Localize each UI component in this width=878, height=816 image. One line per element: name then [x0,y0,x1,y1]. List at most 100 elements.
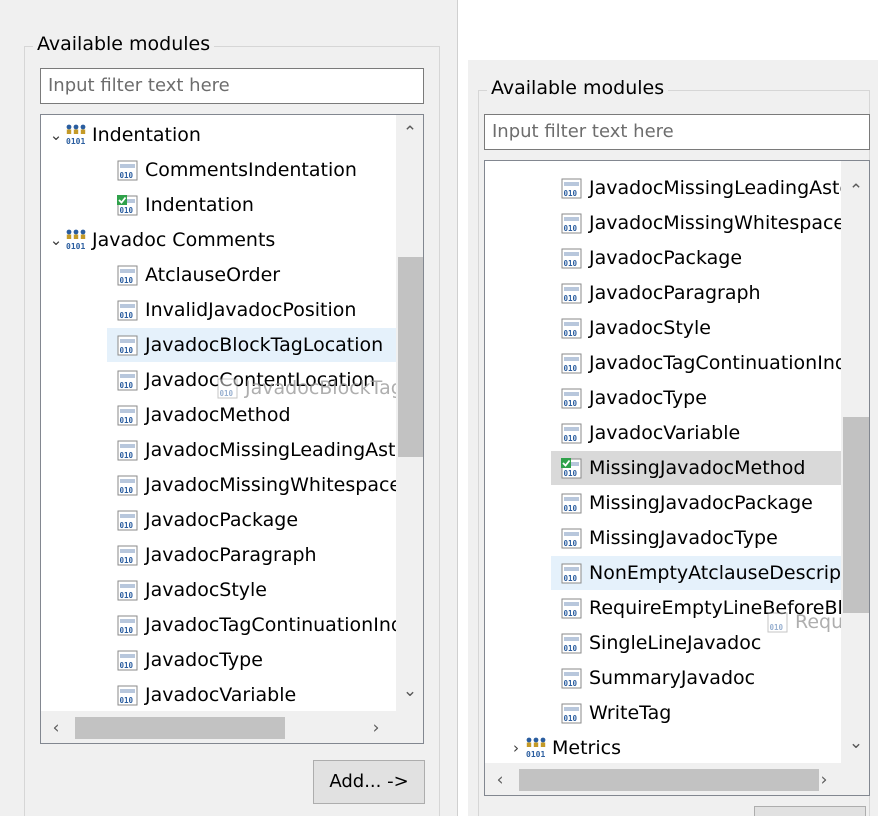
scrollbar-thumb[interactable] [398,257,423,457]
svg-text:010: 010 [564,224,578,233]
tree-item-module[interactable]: 010 JavadocMissingWhitespaceAfterAsteris… [485,206,869,240]
tree-item-module[interactable]: 010 WriteTag [485,696,841,730]
module-icon: 010 [117,650,138,670]
module-label: SingleLineJavadoc [589,632,762,654]
module-tree[interactable]: 010 JavadocMissingLeadingAsterisk 010 Ja… [484,160,870,796]
left-pane: Available modules Input filter text here… [0,0,458,816]
tree-item-module[interactable]: 010 AtclauseOrder [41,258,396,292]
module-icon: 010 [561,283,582,303]
tree-item-module[interactable]: 010 MissingJavadocMethod [551,451,841,485]
add-button-partial[interactable] [754,806,866,816]
scroll-right-arrow-icon[interactable]: › [367,718,385,738]
svg-text:010: 010 [120,521,134,530]
scroll-left-arrow-icon[interactable]: ‹ [47,718,65,738]
module-label: SummaryJavadoc [589,667,756,689]
scroll-up-arrow-icon[interactable]: ⌃ [847,181,865,201]
svg-text:0101: 0101 [66,242,85,251]
tree-item-module[interactable]: 010 JavadocParagraph [485,276,841,310]
tree-item-module[interactable]: 010 JavadocTagContinuationIndentation [41,608,423,642]
horizontal-scrollbar[interactable]: ‹ › [41,711,423,743]
module-label: JavadocStyle [145,579,267,601]
module-label: JavadocVariable [589,422,741,444]
tree-item-module[interactable]: 010 JavadocMissingWhitespaceAfterAsteris… [41,468,423,502]
module-label: JavadocStyle [589,317,711,339]
vertical-scrollbar[interactable]: ⌃ ⌄ [396,115,423,711]
module-icon: 010 [561,598,582,618]
vertical-scrollbar[interactable]: ⌃ ⌄ [841,161,869,763]
scrollbar-thumb[interactable] [75,717,285,739]
svg-text:010: 010 [564,609,578,618]
scroll-down-arrow-icon[interactable]: ⌄ [401,681,419,701]
tree-item-module[interactable]: 010 JavadocBlockTagLocation [107,328,396,362]
tree-item-module[interactable]: 010 JavadocVariable [485,416,841,450]
scrollbar-thumb[interactable] [519,769,819,791]
module-label: WriteTag [589,702,672,724]
module-label: JavadocPackage [145,509,299,531]
tree-item-module[interactable]: 010 JavadocTagContinuationIndentation [485,346,869,380]
tree-item-module[interactable]: 010 InvalidJavadocPosition [41,293,396,327]
svg-text:010: 010 [220,389,234,398]
module-icon: 010 [561,528,582,548]
svg-text:010: 010 [120,311,134,320]
svg-text:010: 010 [564,189,578,198]
scroll-right-arrow-icon[interactable]: › [815,770,833,790]
svg-text:010: 010 [120,206,134,215]
svg-text:010: 010 [120,486,134,495]
tree-item-module[interactable]: 010 JavadocPackage [41,503,396,537]
module-icon: 010 [767,612,788,632]
chevron-down-icon[interactable]: ⌄ [47,118,65,152]
module-icon: 010 [117,475,138,495]
tree-item-category[interactable]: › 0101 Metrics [485,731,841,765]
tree-item-module[interactable]: 010 JavadocType [485,381,841,415]
tree-item-module[interactable]: 010 MissingJavadocType [485,521,841,555]
module-label: JavadocType [589,387,707,409]
tree-item-module[interactable]: 010 Indentation [41,188,396,222]
module-label: JavadocPackage [589,247,743,269]
scrollbar-thumb[interactable] [843,417,869,613]
tree-item-module[interactable]: 010 JavadocStyle [485,311,841,345]
add-button[interactable]: Add... -> [313,760,425,804]
module-icon: 010 [561,388,582,408]
module-icon: 010 [117,545,138,565]
module-group-icon: 0101 [526,737,545,759]
tree-item-module[interactable]: 010 JavadocMethod [41,398,396,432]
scroll-left-arrow-icon[interactable]: ‹ [491,770,509,790]
svg-text:010: 010 [120,381,134,390]
tree-item-category[interactable]: ⌄ 0101 Indentation [41,118,396,152]
svg-text:010: 010 [564,539,578,548]
filter-input[interactable]: Input filter text here [40,68,424,104]
module-icon: 010 [561,353,582,373]
module-label: Indentation [145,194,254,216]
svg-text:010: 010 [120,171,134,180]
tree-item-module[interactable]: 010 JavadocMissingLeadingAsterisk [485,171,869,205]
tree-item-module[interactable]: 010 CommentsIndentation [41,153,396,187]
chevron-down-icon[interactable]: ⌄ [47,223,65,257]
module-label: JavadocMissingLeadingAsterisk [589,177,870,199]
tree-item-module[interactable]: 010 JavadocMissingLeadingAsterisk [41,433,423,467]
tree-item-module[interactable]: 010 MissingJavadocPackage [485,486,841,520]
chevron-right-icon[interactable]: › [507,731,525,765]
module-group-icon: 0101 [66,229,85,251]
tree-item-category[interactable]: ⌄ 0101 Javadoc Comments [41,223,396,257]
tree-item-module[interactable]: 010 JavadocVariable [41,678,396,712]
tree-item-module[interactable]: 010 JavadocParagraph [41,538,396,572]
svg-text:010: 010 [120,416,134,425]
module-icon: 010 [117,370,138,390]
tree-item-module[interactable]: 010 JavadocPackage [485,241,841,275]
module-icon: 010 [117,615,138,635]
module-icon: 010 [561,703,582,723]
tree-item-module[interactable]: 010 NonEmptyAtclauseDescription [551,556,869,590]
tree-item-module[interactable]: 010 JavadocType [41,643,396,677]
tree-item-module[interactable]: 010 JavadocStyle [41,573,396,607]
tree-item-module[interactable]: 010 SummaryJavadoc [485,661,841,695]
scroll-down-arrow-icon[interactable]: ⌄ [847,733,865,753]
svg-text:010: 010 [564,399,578,408]
module-group-icon: 0101 [66,124,85,146]
horizontal-scrollbar[interactable]: ‹ › [485,763,869,795]
filter-input[interactable]: Input filter text here [484,114,870,150]
module-tree[interactable]: ⌄ 0101 Indentation 010 CommentsIndentati… [40,114,424,744]
scroll-up-arrow-icon[interactable]: ⌃ [401,123,419,143]
svg-text:010: 010 [564,259,578,268]
svg-text:010: 010 [564,469,578,478]
module-label: JavadocTagContinuationIndentation [589,352,869,374]
